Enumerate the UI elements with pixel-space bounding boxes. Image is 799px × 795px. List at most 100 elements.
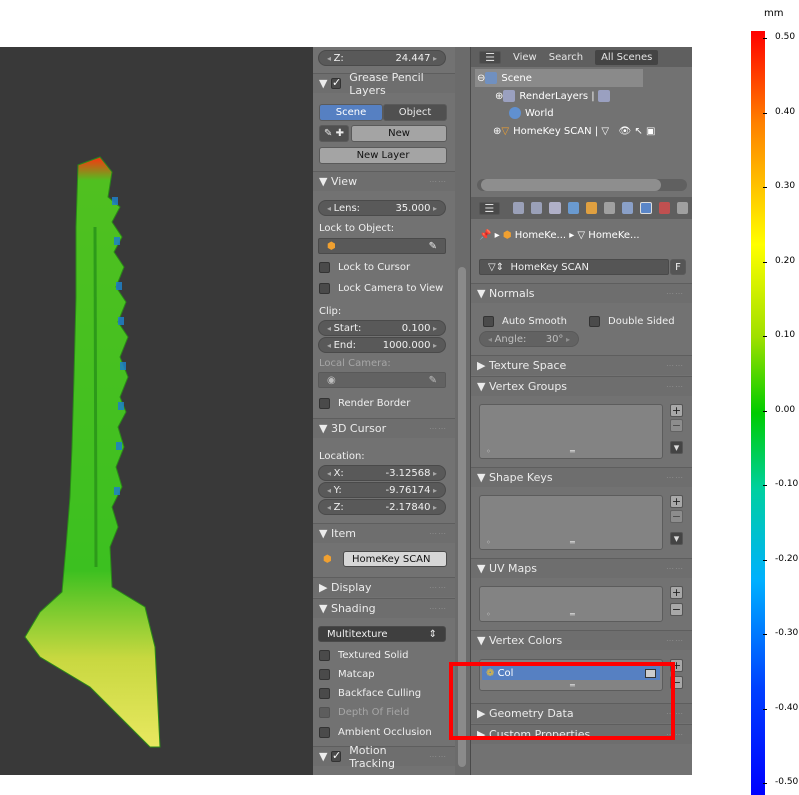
cursor-x-field[interactable]: ◂ X: -3.12568 ▸ [318,465,446,481]
ambient-occlusion-option[interactable]: Ambient Occlusion [319,723,449,741]
lock-to-cursor-checkbox[interactable] [319,261,330,273]
render-border-checkbox[interactable] [319,397,330,409]
uv-maps-list[interactable]: ◦ ═ [479,586,663,622]
visibility-eye-icon[interactable]: 👁 [619,126,632,137]
outliner-world-row[interactable]: World [509,105,554,121]
tab-object[interactable]: Object [383,104,447,121]
double-sided-option[interactable]: Double Sided [589,312,686,330]
z-field[interactable]: ◂ Z: 24.447 ▸ [318,50,446,66]
add-vertex-group-button[interactable]: + [670,404,683,417]
constraints-tab-icon[interactable] [603,202,616,214]
render-tab-icon[interactable] [513,202,525,214]
depth-of-field-checkbox[interactable] [319,706,330,718]
view-header[interactable]: ▼ View ⋯⋯ [313,171,455,191]
world-tab-icon[interactable] [567,202,579,214]
item-name-field[interactable]: HomeKey SCAN [343,551,447,567]
fake-user-button[interactable]: F [670,259,686,275]
ambient-occlusion-checkbox[interactable] [319,726,330,738]
grease-pencil-header[interactable]: ▼ Grease Pencil Layers [313,71,455,97]
backface-culling-checkbox[interactable] [319,687,330,699]
auto-smooth-checkbox[interactable] [483,315,494,327]
outliner-h-scrollbar[interactable] [477,179,687,191]
colorbar-tick-label: 0.40 [775,106,796,117]
outliner-object-row[interactable]: ⊕ ▽ HomeKey SCAN | ▽ 👁 ↖ ▣ [493,123,655,139]
tab-scene[interactable]: Scene [319,104,383,121]
backface-culling-option[interactable]: Backface Culling [319,684,449,702]
shading-header[interactable]: ▼ Shading ⋯⋯ [313,598,455,618]
remove-uv-map-button[interactable]: − [670,603,683,616]
render-border-option[interactable]: Render Border [319,394,449,412]
lock-to-cursor-option[interactable]: Lock to Cursor [319,258,449,276]
grease-pencil-checkbox[interactable] [330,76,342,89]
shape-keys-list[interactable]: ◦ ═ [479,495,663,550]
lock-camera-option[interactable]: Lock Camera to View [319,279,449,297]
world-icon [509,107,521,119]
vertex-groups-header[interactable]: ▼ Vertex Groups ⋯⋯ [471,376,692,396]
lock-to-object-label: Lock to Object: [319,222,395,234]
cursor-y-field[interactable]: ◂ Y: -9.76174 ▸ [318,482,446,498]
outliner-header: ☰ View Search All Scenes [471,47,692,67]
remove-vertex-group-button[interactable]: − [670,419,683,432]
matcap-option[interactable]: Matcap [319,665,449,683]
vertex-colors-header[interactable]: ▼ Vertex Colors ⋯⋯ [471,630,692,650]
texture-tab-icon[interactable] [676,202,688,214]
colorbar-tick-mark [763,336,767,337]
outliner: ☰ View Search All Scenes ⊖ Scene ⊕ Rende… [470,47,692,197]
uv-maps-header[interactable]: ▼ UV Maps ⋯⋯ [471,558,692,578]
add-shape-key-button[interactable]: + [670,495,683,508]
new-layer-button[interactable]: New Layer [319,147,447,164]
pin-icon[interactable]: 📌 [479,230,491,241]
vertex-groups-list[interactable]: ◦ ═ [479,404,663,459]
local-camera-picker[interactable]: ◉ ✎ [318,372,446,388]
shading-mode-select[interactable]: Multitexture ⇕ [318,626,446,642]
editor-type-icon[interactable]: ☰ [479,50,501,64]
modifiers-tab-icon[interactable] [622,202,634,214]
colorbar-tick-label: -0.50 [775,777,799,787]
add-uv-map-button[interactable]: + [670,586,683,599]
object-tab-icon[interactable] [585,202,597,214]
normals-header[interactable]: ▼ Normals ⋯⋯ [471,283,692,303]
clip-start-field[interactable]: ◂ Start: 0.100 ▸ [318,320,446,336]
item-header[interactable]: ▼ Item ⋯⋯ [313,523,455,543]
lock-camera-checkbox[interactable] [319,282,330,294]
data-tab-icon[interactable] [640,202,652,214]
vertex-group-menu-button[interactable]: ▾ [670,441,683,454]
colorbar-tick-label: -0.40 [775,702,799,713]
shape-keys-header[interactable]: ▼ Shape Keys ⋯⋯ [471,467,692,487]
all-scenes-select[interactable]: All Scenes [595,49,659,65]
render-layers-tab-icon[interactable] [531,202,543,214]
outliner-scene-row[interactable]: ⊖ Scene [477,70,532,86]
new-button[interactable]: New [351,125,447,142]
textured-solid-option[interactable]: Textured Solid [319,646,449,664]
mesh-datablock-field[interactable]: ▽⇕ HomeKey SCAN [479,259,669,275]
editor-type-icon[interactable]: ☰ [479,201,500,215]
outliner-search-menu[interactable]: Search [549,52,583,63]
textured-solid-checkbox[interactable] [319,649,330,661]
scene-tab-icon[interactable] [549,202,561,214]
clip-end-field[interactable]: ◂ End: 1000.000 ▸ [318,337,446,353]
angle-field[interactable]: ◂ Angle: 30° ▸ [479,331,579,347]
cursor-z-field[interactable]: ◂ Z: -2.17840 ▸ [318,499,446,515]
motion-tracking-checkbox[interactable] [330,749,341,762]
material-tab-icon[interactable] [658,202,670,214]
outliner-view-menu[interactable]: View [513,52,537,63]
remove-shape-key-button[interactable]: − [670,510,683,523]
pencil-selector[interactable]: ✎ ✚ [319,125,349,142]
motion-tracking-header[interactable]: ▼ Motion Tracking⋯⋯ [313,744,455,770]
lock-object-picker[interactable]: ⬢ ✎ [318,238,446,254]
gap [692,47,707,775]
highlight-annotation [449,662,675,740]
display-header[interactable]: ▶ Display ⋯⋯ [313,577,455,597]
colorbar-tick-label: -0.10 [775,479,799,489]
lens-field[interactable]: ◂ Lens: 35.000 ▸ [318,200,446,216]
texture-space-header[interactable]: ▶ Texture Space ⋯⋯ [471,355,692,375]
outliner-renderlayers-row[interactable]: ⊕ RenderLayers | [495,88,614,104]
3d-cursor-header[interactable]: ▼ 3D Cursor ⋯⋯ [313,418,455,438]
3d-viewport[interactable] [0,47,313,775]
shape-key-menu-button[interactable]: ▾ [670,532,683,545]
object-cube-icon: ⬢ [323,554,332,565]
depth-of-field-option[interactable]: Depth Of Field [319,703,449,721]
double-sided-checkbox[interactable] [589,315,600,327]
colorbar-tick-mark [763,634,767,635]
matcap-checkbox[interactable] [319,668,330,680]
